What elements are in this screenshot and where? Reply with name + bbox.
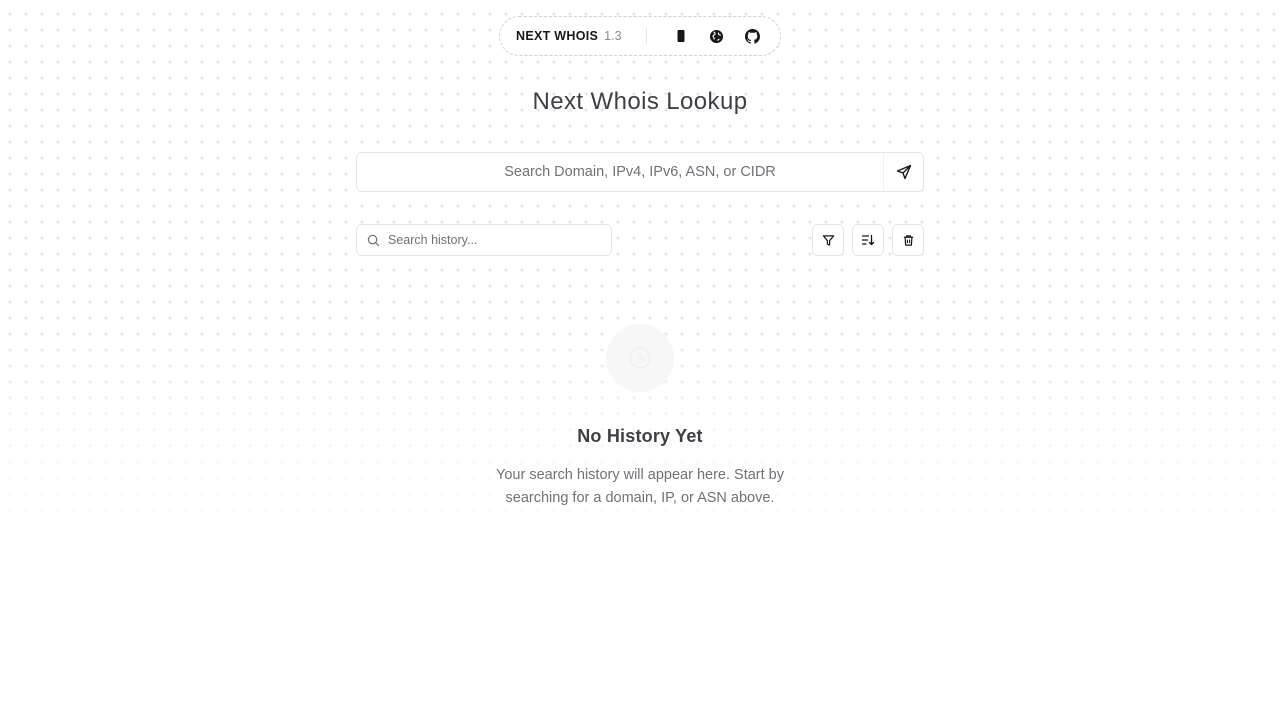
- search-submit-button[interactable]: [883, 153, 923, 191]
- trash-icon: [903, 234, 913, 246]
- globe-icon[interactable]: [705, 24, 729, 48]
- page-root: NEXT WHOIS 1.3 Next Whois Lookup Search …: [0, 0, 1280, 720]
- nav-divider: [645, 28, 647, 44]
- lookup-search-input[interactable]: [357, 153, 883, 191]
- sort-button[interactable]: [852, 224, 884, 256]
- empty-state-title: No History Yet: [577, 426, 703, 446]
- history-search-box: [356, 224, 612, 256]
- history-icon: [629, 347, 651, 369]
- filter-button[interactable]: [812, 224, 844, 256]
- search-icon: [367, 234, 380, 246]
- history-search-input[interactable]: [388, 225, 611, 255]
- sort-icon: [861, 234, 875, 246]
- brand-name: NEXT WHOIS: [516, 29, 599, 43]
- phone-icon[interactable]: [669, 24, 693, 48]
- nav-icon-group: [669, 24, 765, 48]
- top-nav-pill: NEXT WHOIS 1.3: [499, 16, 781, 56]
- version-label: 1.3: [604, 29, 622, 43]
- filter-icon: [822, 234, 834, 246]
- github-icon[interactable]: [741, 24, 765, 48]
- empty-state-description: Your search history will appear here. St…: [496, 467, 784, 506]
- lookup-search-box: [356, 152, 924, 192]
- send-icon: [896, 164, 911, 180]
- empty-state-illustration: [606, 324, 674, 392]
- clear-history-button[interactable]: [892, 224, 924, 256]
- page-title: Next Whois Lookup: [532, 88, 748, 115]
